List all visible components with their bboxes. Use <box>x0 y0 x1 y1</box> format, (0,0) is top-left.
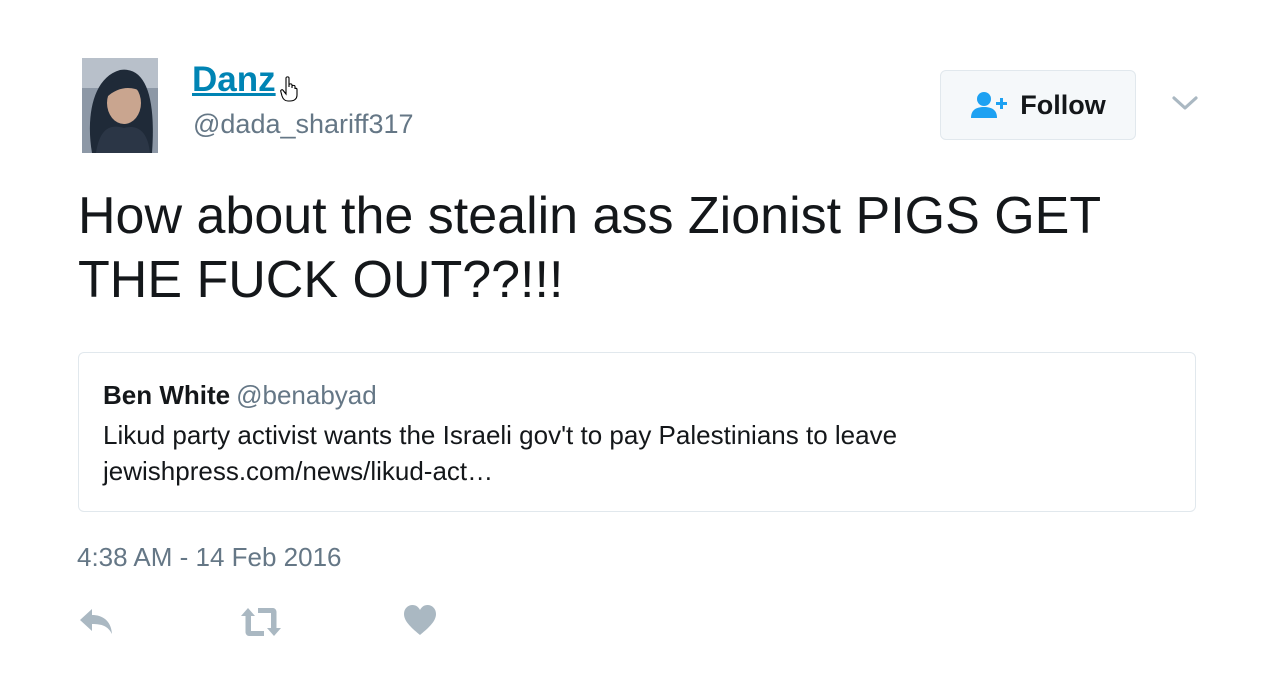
follow-button[interactable]: Follow <box>940 70 1136 140</box>
tweet-text: How about the stealin ass Zionist PIGS G… <box>78 187 1101 309</box>
quoted-tweet-card[interactable]: Ben White @benabyad Likud party activist … <box>78 352 1196 512</box>
quoted-author-name: Ben White <box>103 380 231 410</box>
like-button[interactable] <box>403 604 437 640</box>
retweet-button[interactable] <box>240 604 282 640</box>
tweet-timestamp[interactable]: 4:38 AM - 14 Feb 2016 <box>77 540 342 574</box>
tweet-container: Danz @dada_shariff317 Follow How about t… <box>0 0 1266 693</box>
reply-button[interactable] <box>78 604 114 640</box>
quoted-tweet-text: Likud party activist wants the Israeli g… <box>103 420 898 486</box>
add-user-icon <box>971 92 1008 118</box>
quoted-tweet-header: Ben White @benabyad <box>103 379 377 411</box>
avatar[interactable] <box>82 58 158 153</box>
follow-button-label: Follow <box>1020 89 1106 120</box>
avatar-image <box>82 58 158 153</box>
retweet-icon <box>241 608 281 636</box>
author-display-name[interactable]: Danz <box>192 58 276 102</box>
reply-icon <box>80 609 112 634</box>
chevron-down-icon[interactable] <box>1170 90 1200 116</box>
hand-cursor-icon <box>280 76 298 102</box>
heart-icon <box>404 605 436 635</box>
quoted-author-handle: @benabyad <box>236 380 377 410</box>
author-handle[interactable]: @dada_shariff317 <box>193 107 414 141</box>
